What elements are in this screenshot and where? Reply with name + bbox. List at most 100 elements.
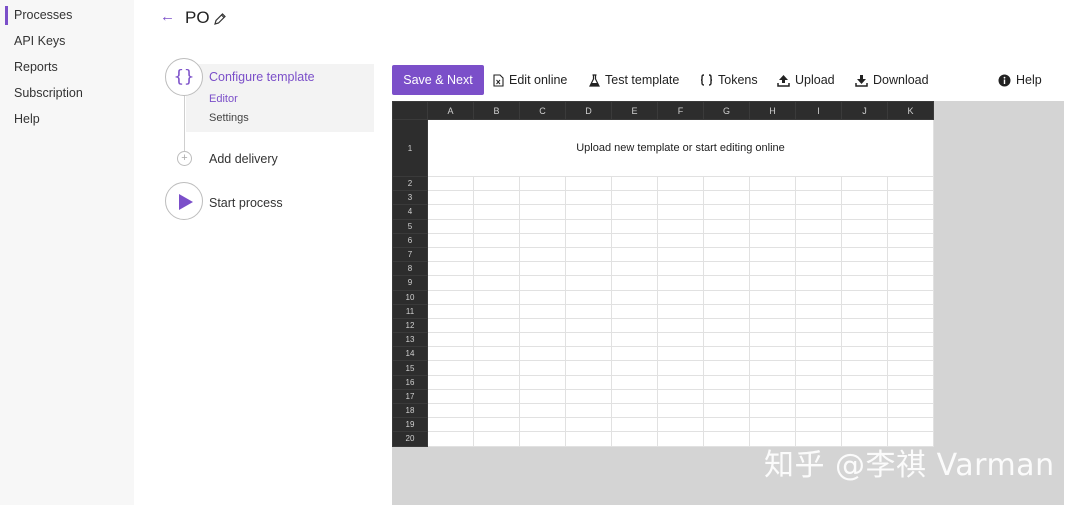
step-start-process[interactable]: Start process [209, 196, 283, 210]
sheet-cell[interactable] [611, 417, 658, 433]
sheet-cell[interactable] [657, 332, 704, 348]
sheet-cell[interactable] [519, 190, 566, 206]
sheet-cell[interactable] [841, 374, 888, 390]
sheet-cell[interactable] [703, 374, 750, 390]
sheet-cell[interactable] [519, 303, 566, 319]
sheet-cell[interactable] [703, 204, 750, 220]
sheet-cell[interactable] [841, 346, 888, 362]
column-header[interactable]: G [703, 101, 750, 120]
sheet-cell[interactable] [473, 232, 520, 248]
sheet-cell[interactable] [473, 317, 520, 334]
sheet-cell[interactable] [749, 402, 796, 419]
braces-icon[interactable]: {} [165, 58, 203, 96]
sheet-cell[interactable] [519, 402, 566, 419]
sheet-cell[interactable] [519, 346, 566, 362]
sheet-cell[interactable] [887, 374, 934, 390]
sheet-empty-message[interactable]: Upload new template or start editing onl… [427, 119, 934, 177]
sheet-cell[interactable] [427, 261, 474, 277]
sheet-cell[interactable] [427, 317, 474, 334]
sheet-cell[interactable] [611, 402, 658, 419]
sheet-cell[interactable] [841, 317, 888, 334]
sheet-cell[interactable] [703, 261, 750, 277]
help-button[interactable]: Help [998, 73, 1042, 87]
sheet-cell[interactable] [565, 317, 612, 334]
sheet-cell[interactable] [795, 232, 842, 248]
back-arrow-icon[interactable]: ← [160, 8, 175, 25]
row-header[interactable]: 9 [392, 275, 428, 291]
row-header[interactable]: 11 [392, 303, 428, 319]
row-header[interactable]: 5 [392, 218, 428, 234]
column-header[interactable]: D [565, 101, 612, 120]
sheet-cell[interactable] [473, 246, 520, 263]
sheet-cell[interactable] [427, 246, 474, 263]
sheet-cell[interactable] [611, 275, 658, 291]
sheet-cell[interactable] [841, 402, 888, 419]
sheet-cell[interactable] [565, 303, 612, 319]
sheet-cell[interactable] [657, 175, 704, 192]
sidebar-item-reports[interactable]: Reports [0, 56, 134, 82]
sheet-cell[interactable] [795, 261, 842, 277]
column-header[interactable]: A [427, 101, 474, 120]
sheet-cell[interactable] [473, 261, 520, 277]
sheet-cell[interactable] [841, 303, 888, 319]
sheet-cell[interactable] [841, 175, 888, 192]
sheet-cell[interactable] [611, 175, 658, 192]
sheet-cell[interactable] [427, 204, 474, 220]
sheet-cell[interactable] [657, 303, 704, 319]
sheet-cell[interactable] [427, 332, 474, 348]
substep-settings[interactable]: Settings [209, 112, 249, 124]
column-header[interactable]: K [887, 101, 934, 120]
sheet-cell[interactable] [841, 289, 888, 305]
sidebar-item-api-keys[interactable]: API Keys [0, 30, 134, 56]
sheet-cell[interactable] [565, 190, 612, 206]
sheet-cell[interactable] [519, 431, 566, 447]
sheet-cell[interactable] [565, 275, 612, 291]
row-header[interactable]: 15 [392, 360, 428, 376]
sheet-cell[interactable] [795, 289, 842, 305]
sheet-cell[interactable] [703, 402, 750, 419]
sheet-cell[interactable] [565, 246, 612, 263]
column-header[interactable]: F [657, 101, 704, 120]
sheet-cell[interactable] [473, 388, 520, 405]
sidebar-item-processes[interactable]: Processes [0, 4, 134, 30]
sheet-cell[interactable] [611, 232, 658, 248]
sheet-cell[interactable] [703, 275, 750, 291]
sheet-cell[interactable] [749, 246, 796, 263]
sheet-cell[interactable] [427, 303, 474, 319]
sheet-cell[interactable] [887, 317, 934, 334]
row-header[interactable]: 20 [392, 431, 428, 447]
sheet-cell[interactable] [887, 275, 934, 291]
sheet-cell[interactable] [749, 218, 796, 234]
row-header[interactable]: 6 [392, 232, 428, 248]
sheet-cell[interactable] [473, 332, 520, 348]
sidebar-item-help[interactable]: Help [0, 108, 134, 134]
sheet-cell[interactable] [657, 360, 704, 376]
sheet-cell[interactable] [841, 232, 888, 248]
sheet-cell[interactable] [565, 261, 612, 277]
sheet-cell[interactable] [519, 317, 566, 334]
sheet-cell[interactable] [427, 275, 474, 291]
sheet-cell[interactable] [565, 417, 612, 433]
sheet-cell[interactable] [565, 360, 612, 376]
column-header[interactable]: B [473, 101, 520, 120]
row-header[interactable]: 12 [392, 317, 428, 334]
sheet-cell[interactable] [703, 175, 750, 192]
sheet-cell[interactable] [795, 190, 842, 206]
sheet-cell[interactable] [749, 360, 796, 376]
sheet-cell[interactable] [887, 246, 934, 263]
sheet-cell[interactable] [749, 417, 796, 433]
sheet-cell[interactable] [795, 388, 842, 405]
sheet-cell[interactable] [841, 417, 888, 433]
sheet-cell[interactable] [519, 332, 566, 348]
sheet-cell[interactable] [427, 417, 474, 433]
sheet-cell[interactable] [703, 388, 750, 405]
sheet-cell[interactable] [611, 261, 658, 277]
sheet-cell[interactable] [473, 190, 520, 206]
sheet-cell[interactable] [749, 261, 796, 277]
sheet-cell[interactable] [841, 190, 888, 206]
sheet-cell[interactable] [565, 332, 612, 348]
sheet-cell[interactable] [887, 303, 934, 319]
sheet-cell[interactable] [519, 275, 566, 291]
sheet-cell[interactable] [565, 218, 612, 234]
sheet-cell[interactable] [887, 289, 934, 305]
